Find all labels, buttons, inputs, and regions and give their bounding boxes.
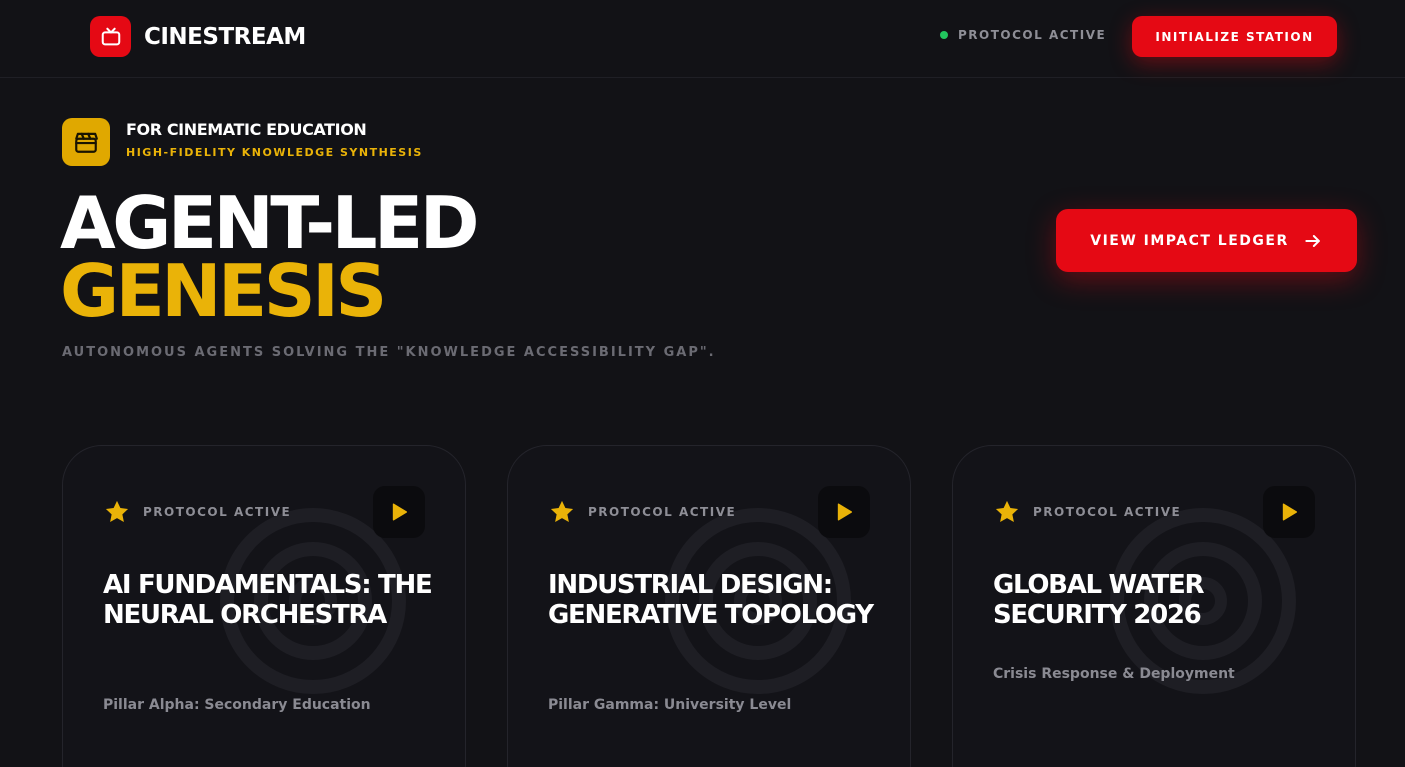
play-button[interactable] [818,486,870,538]
hero-description: AUTONOMOUS AGENTS SOLVING THE "KNOWLEDGE… [62,345,716,360]
card-title: INDUSTRIAL DESIGN: GENERATIVE TOPOLOGY [548,570,874,630]
brand[interactable]: CINESTREAM [90,16,306,57]
play-icon [392,503,408,521]
play-icon [1282,503,1298,521]
play-button[interactable] [373,486,425,538]
top-navigation-bar: CINESTREAM PROTOCOL ACTIVE INITIALIZE ST… [0,0,1405,78]
initialize-station-button[interactable]: INITIALIZE STATION [1132,16,1337,57]
brand-name: CINESTREAM [144,23,306,50]
star-icon [995,500,1019,523]
card-subtitle: Pillar Gamma: University Level [548,697,792,713]
tv-icon [90,16,131,57]
protocol-status-label: PROTOCOL ACTIVE [958,28,1107,42]
view-impact-ledger-label: VIEW IMPACT LEDGER [1090,232,1289,249]
badge-subtitle: HIGH-FIDELITY KNOWLEDGE SYNTHESIS [126,146,423,159]
card-title: GLOBAL WATER SECURITY 2026 [993,570,1204,630]
card-subtitle: Crisis Response & Deployment [993,666,1235,682]
badge-title: FOR CINEMATIC EDUCATION [126,120,367,139]
play-icon [837,503,853,521]
protocol-status: PROTOCOL ACTIVE [940,28,1106,42]
star-icon [550,500,574,523]
play-button[interactable] [1263,486,1315,538]
card-status: PROTOCOL ACTIVE [588,505,737,519]
course-card[interactable]: PROTOCOL ACTIVE INDUSTRIAL DESIGN: GENER… [507,445,911,767]
card-title: AI FUNDAMENTALS: THE NEURAL ORCHESTRA [103,570,433,630]
card-subtitle: Pillar Alpha: Secondary Education [103,697,371,713]
clapperboard-icon [62,118,110,166]
card-status: PROTOCOL ACTIVE [1033,505,1182,519]
star-icon [105,500,129,523]
status-dot-icon [940,31,948,39]
card-status: PROTOCOL ACTIVE [143,505,292,519]
hero-title-line-2: GENESIS [60,249,387,333]
course-card[interactable]: PROTOCOL ACTIVE GLOBAL WATER SECURITY 20… [952,445,1356,767]
course-card[interactable]: PROTOCOL ACTIVE AI FUNDAMENTALS: THE NEU… [62,445,466,767]
arrow-right-icon [1305,234,1320,247]
view-impact-ledger-button[interactable]: VIEW IMPACT LEDGER [1056,209,1357,272]
